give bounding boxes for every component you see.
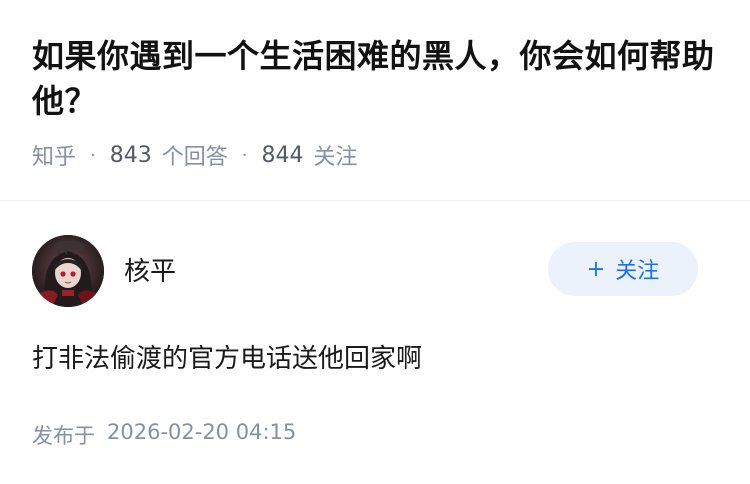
answer-author: 核平 + 关注	[32, 235, 718, 307]
answer-time: 发布于 2026-02-20 04:15	[32, 420, 296, 450]
follower-count-label: 关注	[313, 145, 358, 170]
answer-count: 843	[109, 142, 152, 168]
meta-separator: ·	[241, 144, 248, 166]
question-meta: 知乎 · 843 个回答 · 844 关注	[32, 139, 722, 171]
follow-button-label: 关注	[615, 259, 660, 284]
question-title[interactable]: 如果你遇到一个生活困难的黑人，你会如何帮助他？	[32, 34, 722, 124]
meta-separator: ·	[90, 144, 96, 166]
avatar[interactable]	[32, 235, 104, 307]
answer-count-label: 个回答	[161, 145, 228, 170]
author-name[interactable]: 核平	[124, 251, 176, 288]
answer-content: 打非法偷渡的官方电话送他回家啊	[32, 344, 423, 374]
plus-icon: +	[586, 256, 606, 282]
anime-character-avatar-icon	[32, 235, 104, 307]
publish-label: 发布于	[32, 424, 95, 448]
publish-time: 2026-02-20 04:15	[107, 420, 297, 444]
follow-button[interactable]: + 关注	[548, 242, 698, 296]
follower-count: 844	[261, 142, 304, 168]
question-header: 如果你遇到一个生活困难的黑人，你会如何帮助他？ 知乎 · 843 个回答 · 8…	[32, 34, 722, 171]
section-divider	[0, 200, 750, 201]
source-label[interactable]: 知乎	[32, 139, 76, 171]
